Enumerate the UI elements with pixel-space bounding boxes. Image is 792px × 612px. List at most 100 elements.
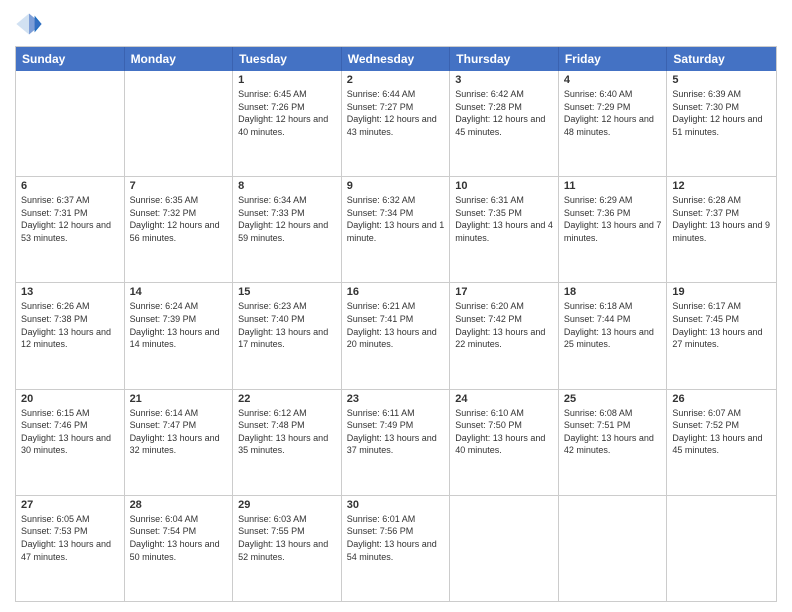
day-info: Sunrise: 6:14 AM Sunset: 7:47 PM Dayligh… [130,407,228,457]
calendar-cell: 15 Sunrise: 6:23 AM Sunset: 7:40 PM Dayli… [233,283,342,388]
calendar-cell [16,71,125,176]
day-info: Sunrise: 6:35 AM Sunset: 7:32 PM Dayligh… [130,194,228,244]
calendar-cell: 6 Sunrise: 6:37 AM Sunset: 7:31 PM Daylig… [16,177,125,282]
day-number: 24 [455,393,553,405]
day-number: 11 [564,180,662,192]
calendar-cell: 17 Sunrise: 6:20 AM Sunset: 7:42 PM Dayli… [450,283,559,388]
calendar-cell: 26Sunrise: 6:07 AM Sunset: 7:52 PM Dayli… [667,390,776,495]
day-info: Sunrise: 6:18 AM Sunset: 7:44 PM Dayligh… [564,300,662,350]
calendar-cell: 16 Sunrise: 6:21 AM Sunset: 7:41 PM Dayli… [342,283,451,388]
logo [15,10,47,38]
calendar-cell: 3 Sunrise: 6:42 AM Sunset: 7:28 PM Daylig… [450,71,559,176]
day-number: 4 [564,74,662,86]
day-info: Sunrise: 6:05 AM Sunset: 7:53 PM Dayligh… [21,513,119,563]
day-info: Sunrise: 6:01 AM Sunset: 7:56 PM Dayligh… [347,513,445,563]
weekday-header: Sunday [16,47,125,71]
calendar-cell: 8 Sunrise: 6:34 AM Sunset: 7:33 PM Daylig… [233,177,342,282]
day-number: 26 [672,393,771,405]
calendar-cell [559,496,668,601]
day-number: 21 [130,393,228,405]
day-info: Sunrise: 6:23 AM Sunset: 7:40 PM Dayligh… [238,300,336,350]
calendar-cell: 10Sunrise: 6:31 AM Sunset: 7:35 PM Dayli… [450,177,559,282]
weekday-header: Friday [559,47,668,71]
day-info: Sunrise: 6:45 AM Sunset: 7:26 PM Dayligh… [238,88,336,138]
calendar-header: SundayMondayTuesdayWednesdayThursdayFrid… [16,47,776,71]
calendar-cell: 13 Sunrise: 6:26 AM Sunset: 7:38 PM Dayli… [16,283,125,388]
calendar-cell: 22 Sunrise: 6:12 AM Sunset: 7:48 PM Dayli… [233,390,342,495]
day-info: Sunrise: 6:15 AM Sunset: 7:46 PM Dayligh… [21,407,119,457]
day-number: 8 [238,180,336,192]
day-number: 30 [347,499,445,511]
day-info: Sunrise: 6:37 AM Sunset: 7:31 PM Dayligh… [21,194,119,244]
day-number: 23 [347,393,445,405]
calendar-cell: 21 Sunrise: 6:14 AM Sunset: 7:47 PM Dayli… [125,390,234,495]
page-header [15,10,777,38]
day-info: Sunrise: 6:03 AM Sunset: 7:55 PM Dayligh… [238,513,336,563]
day-info: Sunrise: 6:32 AM Sunset: 7:34 PM Dayligh… [347,194,445,244]
day-number: 5 [672,74,771,86]
day-info: Sunrise: 6:40 AM Sunset: 7:29 PM Dayligh… [564,88,662,138]
calendar-cell [125,71,234,176]
day-info: Sunrise: 6:12 AM Sunset: 7:48 PM Dayligh… [238,407,336,457]
calendar-cell: 20 Sunrise: 6:15 AM Sunset: 7:46 PM Dayli… [16,390,125,495]
day-number: 22 [238,393,336,405]
weekday-header: Wednesday [342,47,451,71]
calendar-cell: 7 Sunrise: 6:35 AM Sunset: 7:32 PM Daylig… [125,177,234,282]
day-number: 29 [238,499,336,511]
day-info: Sunrise: 6:21 AM Sunset: 7:41 PM Dayligh… [347,300,445,350]
day-info: Sunrise: 6:08 AM Sunset: 7:51 PM Dayligh… [564,407,662,457]
day-info: Sunrise: 6:28 AM Sunset: 7:37 PM Dayligh… [672,194,771,244]
calendar-cell: 29 Sunrise: 6:03 AM Sunset: 7:55 PM Dayli… [233,496,342,601]
day-info: Sunrise: 6:17 AM Sunset: 7:45 PM Dayligh… [672,300,771,350]
day-info: Sunrise: 6:34 AM Sunset: 7:33 PM Dayligh… [238,194,336,244]
calendar-cell: 14 Sunrise: 6:24 AM Sunset: 7:39 PM Dayli… [125,283,234,388]
day-number: 15 [238,286,336,298]
day-info: Sunrise: 6:04 AM Sunset: 7:54 PM Dayligh… [130,513,228,563]
calendar-week-row: 20 Sunrise: 6:15 AM Sunset: 7:46 PM Dayli… [16,390,776,496]
day-number: 19 [672,286,771,298]
weekday-header: Thursday [450,47,559,71]
day-number: 12 [672,180,771,192]
calendar-cell: 28 Sunrise: 6:04 AM Sunset: 7:54 PM Dayli… [125,496,234,601]
day-number: 6 [21,180,119,192]
weekday-header: Tuesday [233,47,342,71]
day-number: 7 [130,180,228,192]
calendar-cell: 30 Sunrise: 6:01 AM Sunset: 7:56 PM Dayli… [342,496,451,601]
calendar-cell [450,496,559,601]
calendar-cell: 12 Sunrise: 6:28 AM Sunset: 7:37 PM Dayli… [667,177,776,282]
calendar: SundayMondayTuesdayWednesdayThursdayFrid… [15,46,777,602]
day-number: 1 [238,74,336,86]
calendar-cell [667,496,776,601]
weekday-header: Saturday [667,47,776,71]
day-number: 2 [347,74,445,86]
calendar-week-row: 27 Sunrise: 6:05 AM Sunset: 7:53 PM Dayli… [16,496,776,601]
calendar-cell: 4 Sunrise: 6:40 AM Sunset: 7:29 PM Daylig… [559,71,668,176]
day-number: 9 [347,180,445,192]
day-number: 13 [21,286,119,298]
day-number: 27 [21,499,119,511]
day-number: 16 [347,286,445,298]
day-info: Sunrise: 6:42 AM Sunset: 7:28 PM Dayligh… [455,88,553,138]
calendar-week-row: 6 Sunrise: 6:37 AM Sunset: 7:31 PM Daylig… [16,177,776,283]
day-info: Sunrise: 6:20 AM Sunset: 7:42 PM Dayligh… [455,300,553,350]
calendar-cell: 5Sunrise: 6:39 AM Sunset: 7:30 PM Daylig… [667,71,776,176]
day-info: Sunrise: 6:44 AM Sunset: 7:27 PM Dayligh… [347,88,445,138]
calendar-cell: 9 Sunrise: 6:32 AM Sunset: 7:34 PM Daylig… [342,177,451,282]
day-number: 28 [130,499,228,511]
day-info: Sunrise: 6:26 AM Sunset: 7:38 PM Dayligh… [21,300,119,350]
day-number: 3 [455,74,553,86]
day-number: 17 [455,286,553,298]
logo-icon [15,10,43,38]
calendar-cell: 1 Sunrise: 6:45 AM Sunset: 7:26 PM Daylig… [233,71,342,176]
day-info: Sunrise: 6:31 AM Sunset: 7:35 PM Dayligh… [455,194,553,244]
day-number: 14 [130,286,228,298]
calendar-cell: 11 Sunrise: 6:29 AM Sunset: 7:36 PM Dayli… [559,177,668,282]
calendar-cell: 18 Sunrise: 6:18 AM Sunset: 7:44 PM Dayli… [559,283,668,388]
calendar-cell: 19 Sunrise: 6:17 AM Sunset: 7:45 PM Dayli… [667,283,776,388]
day-number: 20 [21,393,119,405]
day-info: Sunrise: 6:29 AM Sunset: 7:36 PM Dayligh… [564,194,662,244]
day-info: Sunrise: 6:10 AM Sunset: 7:50 PM Dayligh… [455,407,553,457]
day-info: Sunrise: 6:24 AM Sunset: 7:39 PM Dayligh… [130,300,228,350]
day-number: 18 [564,286,662,298]
calendar-cell: 24 Sunrise: 6:10 AM Sunset: 7:50 PM Dayli… [450,390,559,495]
